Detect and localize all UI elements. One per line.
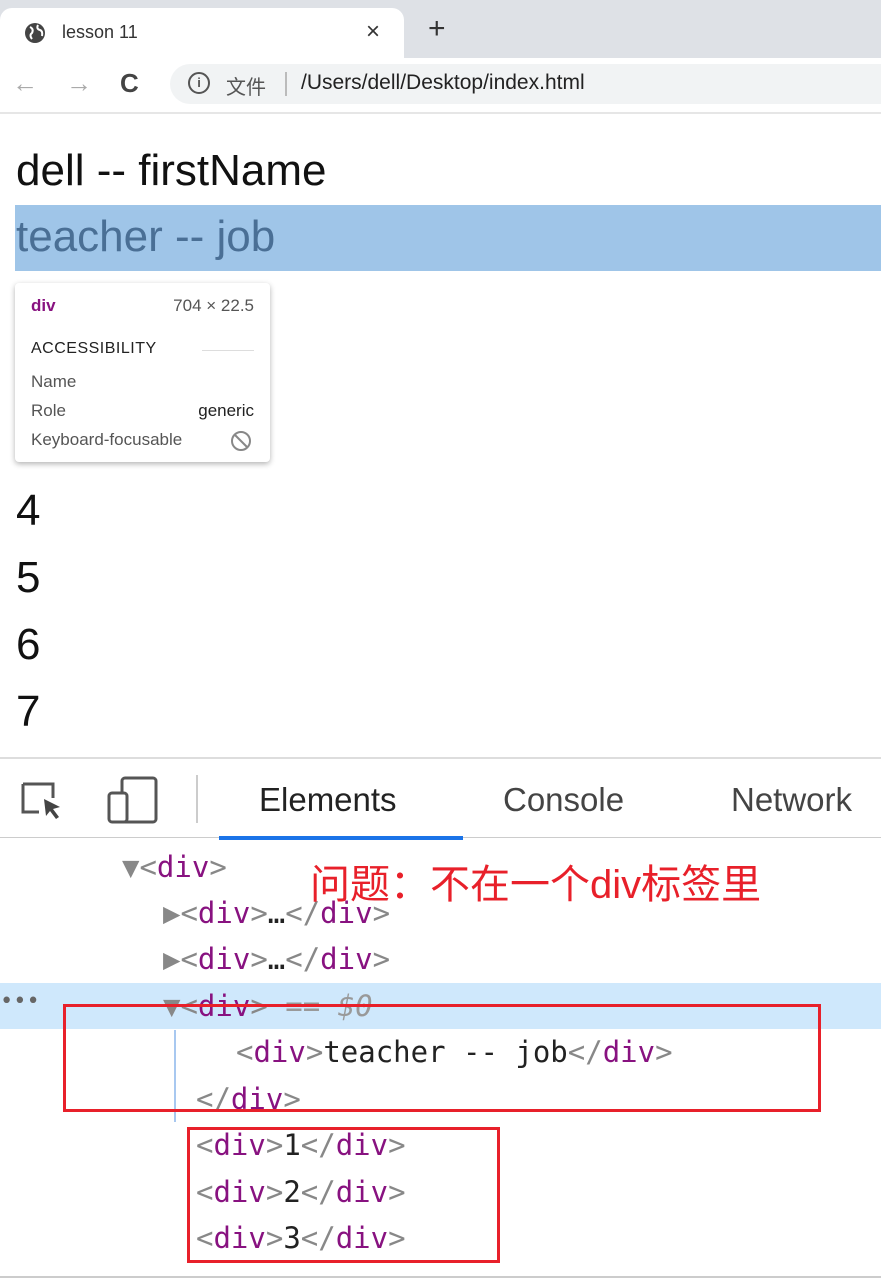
- annotation-box: [187, 1127, 500, 1263]
- divider: [202, 350, 254, 351]
- more-options-dots[interactable]: •••: [0, 989, 40, 1014]
- page-line: 6: [16, 620, 41, 669]
- inspect-tooltip: div 704 × 22.5 ACCESSIBILITY Name Role g…: [15, 283, 270, 462]
- tooltip-section: ACCESSIBILITY: [31, 340, 157, 357]
- annotation-text: 问题：不在一个div标签里: [310, 863, 762, 907]
- tab-network[interactable]: Network: [731, 781, 852, 819]
- role-value: generic: [198, 401, 254, 420]
- role-label: Role: [31, 401, 66, 420]
- name-label: Name: [31, 372, 77, 391]
- divider: [196, 775, 198, 823]
- tooltip-tag: div: [31, 296, 56, 315]
- browser-toolbar: ← → C i 文件 /Users/dell/Desktop/index.htm…: [0, 58, 881, 114]
- url-text[interactable]: /Users/dell/Desktop/index.html: [301, 71, 585, 95]
- page-line: 5: [16, 553, 41, 602]
- tab-console[interactable]: Console: [503, 781, 624, 819]
- back-icon[interactable]: ←: [12, 68, 38, 99]
- inspect-element-icon[interactable]: [20, 781, 68, 821]
- globe-icon: [25, 23, 45, 43]
- tab-strip: lesson 11 × +: [0, 0, 881, 58]
- dom-node[interactable]: ▼<div>: [122, 850, 227, 884]
- page-line: 4: [16, 486, 41, 535]
- active-tab-indicator: [219, 836, 463, 840]
- tab-elements[interactable]: Elements: [259, 781, 397, 819]
- tab-title: lesson 11: [62, 22, 138, 42]
- browser-tab[interactable]: lesson 11 ×: [0, 8, 404, 58]
- divider: [0, 1276, 881, 1278]
- not-focusable-icon: [231, 431, 251, 451]
- page-line: 7: [16, 687, 41, 736]
- close-tab-icon[interactable]: ×: [366, 18, 380, 46]
- divider: [285, 72, 287, 96]
- devtools-toolbar: Elements Console Network: [0, 757, 881, 840]
- annotation-box: [63, 1004, 821, 1112]
- tooltip-size: 704 × 22.5: [173, 296, 254, 315]
- forward-icon[interactable]: →: [66, 68, 92, 99]
- reload-icon[interactable]: C: [120, 68, 139, 99]
- dom-node[interactable]: ▶<div>…</div>: [163, 942, 390, 976]
- device-toolbar-icon[interactable]: [106, 775, 160, 825]
- info-icon[interactable]: i: [188, 72, 210, 94]
- new-tab-button[interactable]: +: [428, 12, 446, 46]
- page-line: teacher -- job: [16, 212, 276, 261]
- file-label: 文件: [226, 77, 266, 99]
- page-line: dell -- firstName: [16, 146, 327, 195]
- focus-label: Keyboard-focusable: [31, 430, 183, 449]
- address-bar[interactable]: i 文件 /Users/dell/Desktop/index.html: [170, 64, 881, 104]
